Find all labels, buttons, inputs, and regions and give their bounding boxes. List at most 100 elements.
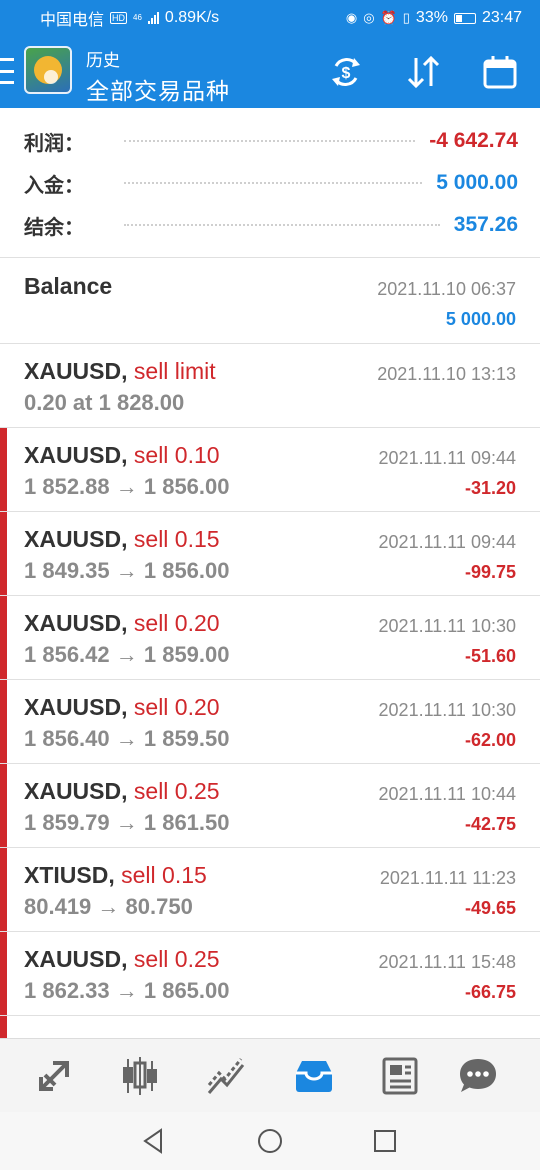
battery-percent: 33%: [415, 9, 448, 26]
hd-badge-icon: HD: [110, 12, 128, 24]
quotes-icon[interactable]: [33, 1055, 77, 1097]
trade-time: 2021.11.11 11:23: [379, 868, 516, 888]
order-row[interactable]: XAUUSD, sell limit 0.20 at 1 828.00 2021…: [0, 344, 540, 428]
trade-title: XAUUSD, sell 0.10: [24, 442, 220, 469]
clock: 23:47: [481, 9, 522, 26]
signal-icon: [147, 12, 159, 24]
trade-profit: -99.75: [464, 562, 516, 582]
app-logo: [24, 46, 72, 94]
account-summary: 利润： -4 642.74 入金： 5 000.00 结余： 357.26: [0, 108, 540, 258]
alarm-icon: ⏰: [380, 10, 397, 25]
trade-profit: -49.65: [464, 898, 516, 918]
balance-row-title: Balance: [24, 273, 113, 299]
trade-action: sell 0.15: [133, 526, 220, 552]
deposit-row: 入金： 5 000.00: [24, 166, 518, 200]
battery-icon: [453, 12, 476, 24]
trade-action: sell 0.15: [121, 862, 207, 888]
trade-action: sell 0.25: [133, 946, 220, 972]
page-title[interactable]: 全部交易品种: [86, 72, 230, 106]
menu-icon[interactable]: [0, 58, 16, 84]
trade-symbol: XAUUSD,: [24, 778, 128, 804]
balance-row-amount: 5 000.00: [445, 309, 516, 329]
trade-title: XAUUSD, sell 0.25: [24, 778, 220, 805]
trade-symbol: XAUUSD,: [24, 946, 128, 972]
news-icon[interactable]: [378, 1055, 422, 1097]
table-row[interactable]: XTIUSD, sell 0.15 80.419 → 80.750 2021.11.…: [0, 848, 540, 932]
trade-action: sell 0.20: [133, 610, 220, 636]
order-detail: 0.20 at 1 828.00: [24, 390, 185, 415]
order-time: 2021.11.10 13:13: [377, 364, 516, 384]
nfc-icon: ◉: [345, 10, 358, 25]
carrier-label: 中国电信: [40, 12, 105, 29]
table-row[interactable]: XAUUSD, sell 0.25 1 859.79 → 1 861.50 2021…: [0, 764, 540, 848]
trade-icon[interactable]: [205, 1055, 249, 1097]
trade-symbol: XAUUSD,: [24, 694, 128, 720]
dotted-leader: [124, 224, 440, 226]
network-speed: 0.89K/s: [164, 9, 220, 26]
trade-profit: -42.75: [464, 814, 516, 834]
history-list[interactable]: Balance 2021.11.10 06:37 5 000.00 XAUUSD…: [0, 259, 540, 1039]
trade-prices: 1 856.40 → 1 859.50: [24, 726, 230, 751]
table-row-partial[interactable]: [0, 1016, 540, 1039]
table-row[interactable]: XAUUSD, sell 0.20 1 856.40 → 1 859.50 2021…: [0, 680, 540, 764]
trade-time: 2021.11.11 15:48: [378, 952, 516, 972]
trade-title: XTIUSD, sell 0.15: [24, 862, 207, 889]
table-row[interactable]: XAUUSD, sell 0.15 1 849.35 → 1 856.00 2021…: [0, 512, 540, 596]
status-bar: 中国电信 HD 46 0.89K/s ◉ ◎ ⏰ ▯ 33% 23:47: [0, 0, 540, 36]
trade-action: sell 0.20: [133, 694, 220, 720]
trade-prices: 1 859.79 → 1 861.50: [24, 810, 230, 835]
home-icon[interactable]: [255, 1126, 285, 1156]
deposit-label: 入金：: [24, 174, 84, 197]
recents-icon[interactable]: [370, 1126, 400, 1156]
trade-action: sell 0.10: [133, 442, 220, 468]
currency-exchange-icon[interactable]: $: [326, 52, 366, 92]
loss-marker: [0, 1016, 7, 1039]
sort-icon[interactable]: [403, 52, 443, 92]
chat-icon[interactable]: [456, 1055, 500, 1097]
page-subtitle: 历史: [86, 51, 120, 70]
trade-prices: 1 856.42 → 1 859.00: [24, 642, 230, 667]
trade-symbol: XTIUSD,: [24, 862, 115, 888]
order-action: sell limit: [133, 358, 216, 384]
trade-symbol: XAUUSD,: [24, 610, 128, 636]
trade-time: 2021.11.11 09:44: [378, 448, 516, 468]
balance-row-time: 2021.11.10 06:37: [377, 279, 516, 299]
balance-summary-row: 结余： 357.26: [24, 208, 518, 242]
dotted-leader: [124, 182, 423, 184]
vibrate-icon: ▯: [402, 10, 410, 25]
chart-icon[interactable]: [118, 1055, 162, 1097]
trade-profit: -62.00: [464, 730, 516, 750]
trade-time: 2021.11.11 10:30: [378, 700, 516, 720]
table-row[interactable]: XAUUSD, sell 0.20 1 856.42 → 1 859.00 2021…: [0, 596, 540, 680]
back-icon[interactable]: [139, 1126, 169, 1156]
table-row[interactable]: XAUUSD, sell 0.10 1 852.88 → 1 856.00 2021…: [0, 428, 540, 512]
trade-time: 2021.11.11 10:30: [378, 616, 516, 636]
eye-icon: ◎: [363, 10, 375, 25]
bottom-tab-bar: [0, 1038, 540, 1112]
calendar-icon[interactable]: [480, 52, 520, 92]
profit-row: 利润： -4 642.74: [24, 124, 518, 158]
network-type-icon: 46: [133, 13, 142, 22]
app-header: 历史 全部交易品种 $: [0, 36, 540, 108]
system-nav-bar: [0, 1112, 540, 1170]
profit-value: -4 642.74: [429, 129, 518, 152]
trade-profit: -66.75: [464, 982, 516, 1002]
trade-profit: -31.20: [464, 478, 516, 498]
trade-prices: 1 852.88 → 1 856.00: [24, 474, 230, 499]
balance-value: 357.26: [453, 213, 518, 236]
balance-label: 结余：: [24, 216, 84, 239]
history-icon[interactable]: [292, 1055, 336, 1097]
table-row[interactable]: XAUUSD, sell 0.25 1 862.33 → 1 865.00 2021…: [0, 932, 540, 1016]
trade-profit: -51.60: [464, 646, 516, 666]
dotted-leader: [124, 140, 416, 142]
order-row-title: XAUUSD, sell limit: [24, 358, 216, 385]
trade-time: 2021.11.11 09:44: [378, 532, 516, 552]
trade-title: XAUUSD, sell 0.20: [24, 694, 220, 721]
trade-symbol: XAUUSD,: [24, 442, 128, 468]
balance-row[interactable]: Balance 2021.11.10 06:37 5 000.00: [0, 259, 540, 344]
trade-prices: 1 862.33 → 1 865.00: [24, 978, 230, 1003]
trade-title: XAUUSD, sell 0.25: [24, 946, 220, 973]
trade-time: 2021.11.11 10:44: [378, 784, 516, 804]
trade-prices: 1 849.35 → 1 856.00: [24, 558, 230, 583]
trade-action: sell 0.25: [133, 778, 220, 804]
